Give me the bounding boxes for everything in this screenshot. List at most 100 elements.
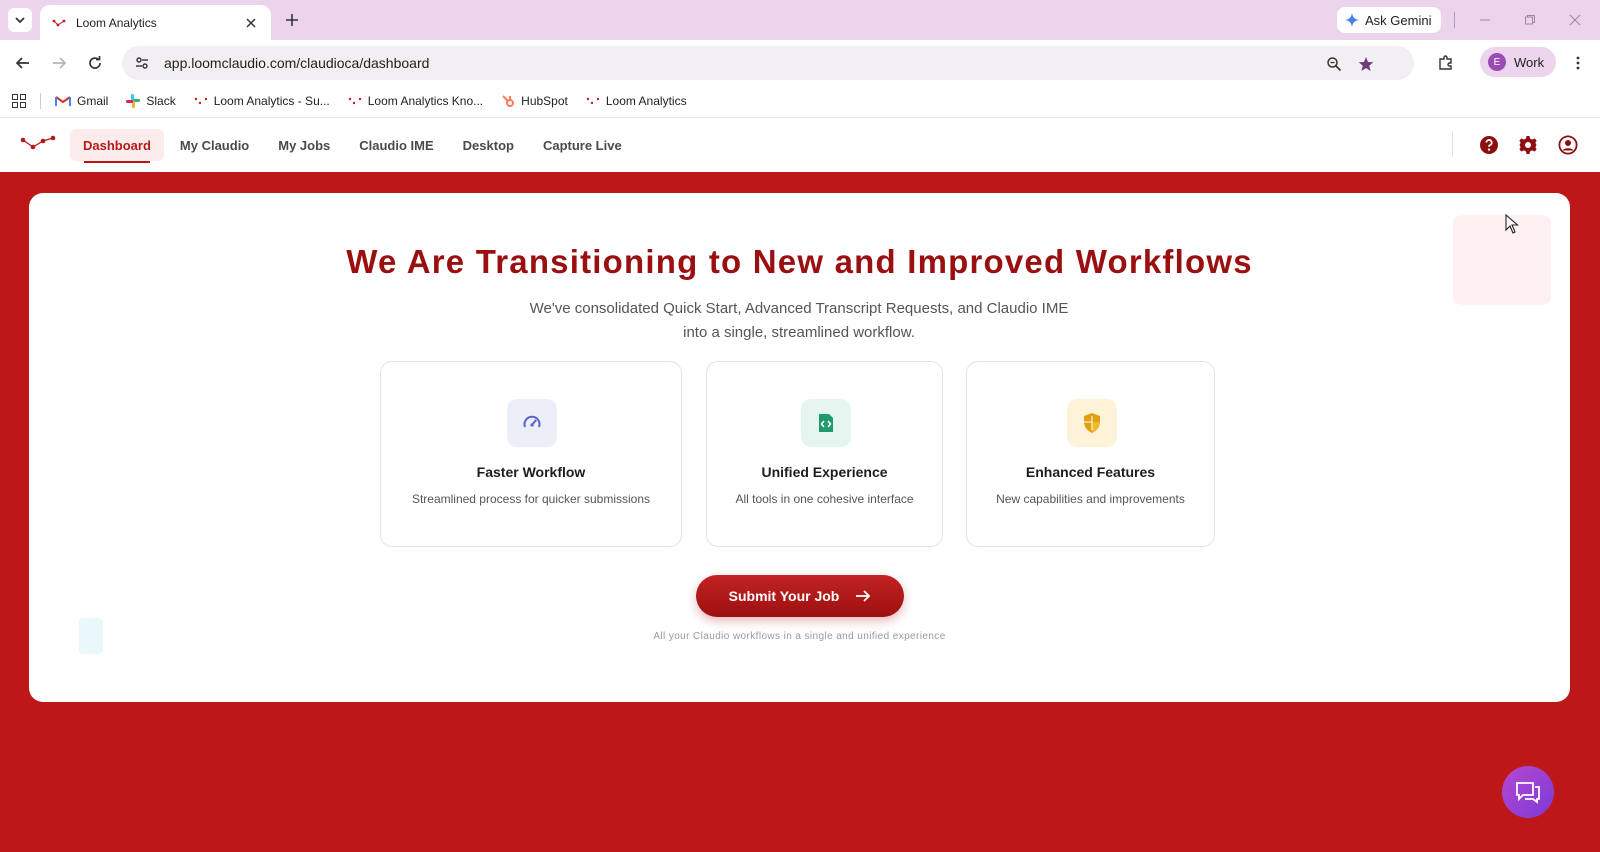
bookmark-loom-analytics[interactable]: Loom Analytics bbox=[586, 94, 687, 108]
chat-support-button[interactable] bbox=[1502, 766, 1554, 818]
nav-my-jobs[interactable]: My Jobs bbox=[265, 129, 343, 161]
zoom-icon bbox=[1327, 57, 1342, 72]
browser-toolbar: app.loomclaudio.com/claudioca/dashboard … bbox=[0, 40, 1600, 85]
loom-logo[interactable] bbox=[20, 135, 56, 156]
profile-label: Work bbox=[1514, 54, 1545, 70]
bookmark-loom-support[interactable]: Loom Analytics - Su... bbox=[194, 94, 330, 108]
feature-card-enhanced-features: Enhanced Features New capabilities and i… bbox=[966, 361, 1215, 547]
header-separator bbox=[1452, 131, 1453, 157]
loom-icon bbox=[586, 97, 600, 105]
feature-card-unified-experience: Unified Experience All tools in one cohe… bbox=[706, 361, 943, 547]
close-icon bbox=[246, 17, 256, 28]
ask-gemini-label: Ask Gemini bbox=[1365, 12, 1432, 28]
extensions-button[interactable] bbox=[1435, 52, 1457, 74]
ask-gemini-button[interactable]: Ask Gemini bbox=[1337, 7, 1441, 33]
profile-avatar: E bbox=[1488, 53, 1506, 71]
arrow-right-icon bbox=[855, 589, 871, 603]
plus-icon bbox=[286, 14, 298, 26]
tab-close-button[interactable] bbox=[243, 15, 259, 31]
more-vertical-icon bbox=[1576, 56, 1580, 70]
settings-button[interactable] bbox=[1517, 134, 1539, 156]
bookmark-loom-knowledge[interactable]: Loom Analytics Kno... bbox=[348, 94, 483, 108]
transition-card: We Are Transitioning to New and Improved… bbox=[29, 193, 1570, 702]
address-bar[interactable]: app.loomclaudio.com/claudioca/dashboard bbox=[122, 46, 1414, 80]
browser-menu-button[interactable] bbox=[1567, 52, 1589, 74]
minimize-button[interactable] bbox=[1475, 10, 1495, 30]
bookmark-slack[interactable]: Slack bbox=[126, 94, 176, 108]
bookmark-gmail[interactable]: Gmail bbox=[55, 94, 108, 108]
back-button[interactable] bbox=[12, 52, 34, 74]
profile-button[interactable]: E Work bbox=[1480, 47, 1556, 77]
main-area: We Are Transitioning to New and Improved… bbox=[0, 172, 1600, 852]
minimize-icon bbox=[1480, 19, 1490, 21]
account-icon bbox=[1558, 135, 1578, 155]
feature-title: Unified Experience bbox=[761, 464, 888, 480]
reload-button[interactable] bbox=[84, 52, 106, 74]
star-icon bbox=[1358, 57, 1374, 71]
window-controls-separator bbox=[1454, 12, 1455, 28]
hubspot-icon bbox=[501, 94, 515, 108]
help-button[interactable] bbox=[1478, 134, 1500, 156]
feature-title: Faster Workflow bbox=[476, 464, 586, 480]
loom-icon bbox=[194, 97, 208, 105]
nav-capture-live[interactable]: Capture Live bbox=[530, 129, 635, 161]
nav-dashboard[interactable]: Dashboard bbox=[70, 129, 164, 163]
close-icon bbox=[1569, 14, 1581, 26]
loom-logo-icon bbox=[20, 135, 56, 150]
loom-icon bbox=[348, 97, 362, 105]
subtitle-line: We've consolidated Quick Start, Advanced… bbox=[529, 300, 1069, 317]
page-title: We Are Transitioning to New and Improved… bbox=[346, 243, 1253, 280]
feature-description: All tools in one cohesive interface bbox=[735, 492, 914, 506]
bookmark-hubspot[interactable]: HubSpot bbox=[501, 94, 568, 108]
forward-arrow-icon bbox=[53, 57, 67, 69]
bookmarks-bar: Gmail Slack Loom Analytics - Su... Loom … bbox=[0, 85, 1600, 118]
tune-icon bbox=[136, 57, 148, 69]
new-tab-button[interactable] bbox=[282, 10, 302, 30]
reload-icon bbox=[89, 56, 101, 69]
loom-favicon-icon bbox=[52, 19, 66, 26]
tab-title: Loom Analytics bbox=[76, 15, 157, 30]
url-text: app.loomclaudio.com/claudioca/dashboard bbox=[164, 55, 430, 71]
close-window-button[interactable] bbox=[1565, 10, 1585, 30]
bookmark-label: HubSpot bbox=[521, 94, 568, 108]
puzzle-icon bbox=[1439, 55, 1452, 70]
nav-my-claudio[interactable]: My Claudio bbox=[167, 129, 262, 161]
bookmark-star-button[interactable] bbox=[1356, 54, 1376, 74]
chat-icon bbox=[1516, 782, 1540, 804]
shield-icon bbox=[1067, 399, 1117, 447]
page-subtitle: We've consolidated Quick Start, Advanced… bbox=[499, 297, 1099, 345]
site-settings-button[interactable] bbox=[130, 51, 154, 75]
feature-description: New capabilities and improvements bbox=[996, 492, 1185, 506]
tab-search-button[interactable] bbox=[8, 8, 32, 32]
cta-footnote: All your Claudio workflows in a single a… bbox=[653, 631, 946, 642]
bookmark-label: Loom Analytics - Su... bbox=[213, 94, 330, 108]
bookmark-label: Loom Analytics bbox=[605, 94, 687, 108]
browser-tab[interactable]: Loom Analytics bbox=[40, 5, 271, 40]
bookmarks-separator bbox=[40, 93, 41, 109]
chevron-down-icon bbox=[15, 17, 25, 24]
restore-icon bbox=[1525, 15, 1535, 25]
apps-grid-icon[interactable] bbox=[12, 94, 26, 108]
bookmark-label: Loom Analytics Kno... bbox=[367, 94, 484, 108]
restore-button[interactable] bbox=[1520, 10, 1540, 30]
slack-icon bbox=[126, 94, 141, 108]
gear-icon bbox=[1519, 136, 1537, 154]
bookmark-label: Slack bbox=[146, 94, 176, 108]
back-arrow-icon bbox=[15, 57, 29, 69]
submit-job-button[interactable]: Submit Your Job bbox=[696, 575, 904, 617]
main-nav: Dashboard My Claudio My Jobs Claudio IME… bbox=[70, 129, 638, 163]
nav-desktop[interactable]: Desktop bbox=[450, 129, 527, 161]
subtitle-line: into a single, streamlined workflow. bbox=[683, 324, 915, 341]
mouse-cursor-icon bbox=[1505, 214, 1519, 234]
nav-claudio-ime[interactable]: Claudio IME bbox=[346, 129, 446, 161]
forward-button[interactable] bbox=[48, 52, 70, 74]
feature-title: Enhanced Features bbox=[1025, 464, 1156, 480]
browser-tabstrip: Loom Analytics Ask Gemini bbox=[0, 0, 1600, 40]
help-icon bbox=[1480, 136, 1498, 154]
speedometer-icon bbox=[507, 399, 557, 447]
zoom-button[interactable] bbox=[1324, 54, 1344, 74]
account-button[interactable] bbox=[1557, 134, 1579, 156]
feature-description: Streamlined process for quicker submissi… bbox=[411, 492, 651, 506]
bookmark-label: Gmail bbox=[77, 94, 109, 108]
gmail-icon bbox=[55, 95, 71, 107]
